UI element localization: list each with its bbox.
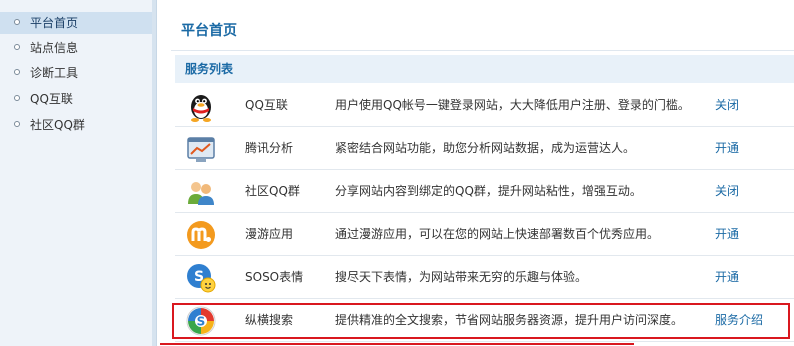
analytics-chart-icon	[187, 137, 215, 162]
service-name: 纵横搜索	[245, 313, 294, 327]
service-row-tencent-analytics: 腾讯分析 紧密结合网站功能，助您分析网站数据，成为运营达人。 开通	[175, 127, 794, 170]
qq-penguin-icon	[191, 95, 211, 122]
service-name: QQ互联	[245, 98, 288, 112]
sidebar-item-home[interactable]: 平台首页	[0, 12, 152, 34]
sidebar-item-label: 平台首页	[30, 16, 79, 30]
sidebar-item-label: QQ互联	[30, 92, 73, 106]
service-toggle-link[interactable]: 关闭	[715, 84, 739, 127]
service-toggle-link[interactable]: 开通	[715, 213, 739, 256]
service-row-qq-group: 社区QQ群 分享网站内容到绑定的QQ群，提升网站粘性，增强互动。 关闭	[175, 170, 794, 213]
bullet-icon	[14, 121, 20, 127]
search-logo-icon: S	[186, 306, 216, 336]
service-description: 紧密结合网站功能，助您分析网站数据，成为运营达人。	[335, 141, 636, 155]
group-users-icon	[188, 182, 214, 205]
bullet-icon	[14, 95, 20, 101]
sidebar-item-label: 站点信息	[30, 41, 79, 55]
service-description: 搜尽天下表情，为网站带来无穷的乐趣与体验。	[335, 270, 588, 284]
svg-text:S: S	[197, 315, 206, 329]
highlight-underline	[160, 343, 634, 345]
service-toggle-link[interactable]: 关闭	[715, 170, 739, 213]
service-row-roaming-apps: 漫游应用 通过漫游应用，可以在您的网站上快速部署数百个优秀应用。 开通	[175, 213, 794, 256]
main-content: 平台首页 服务列表 QQ互联 用户使用QQ帐号一键登录网站，大大降低用户注册、登…	[156, 0, 794, 346]
service-row-qq-connect: QQ互联 用户使用QQ帐号一键登录网站，大大降低用户注册、登录的门槛。 关闭	[175, 84, 794, 127]
bullet-icon	[14, 19, 20, 25]
service-intro-link[interactable]: 服务介绍	[715, 299, 763, 342]
service-description: 通过漫游应用，可以在您的网站上快速部署数百个优秀应用。	[335, 227, 660, 241]
sidebar-item-label: 社区QQ群	[30, 118, 85, 132]
service-name: 漫游应用	[245, 227, 294, 241]
service-toggle-link[interactable]: 开通	[715, 256, 739, 299]
service-name: 社区QQ群	[245, 184, 300, 198]
service-toggle-link[interactable]: 开通	[715, 127, 739, 170]
service-description: 提供精准的全文搜索，节省网站服务器资源，提升用户访问深度。	[335, 313, 684, 327]
section-header: 服务列表	[175, 55, 794, 83]
sidebar: 平台首页 站点信息 诊断工具 QQ互联 社区QQ群	[0, 0, 156, 346]
sidebar-item-label: 诊断工具	[30, 66, 79, 80]
soso-emoticon-icon: S	[187, 264, 216, 293]
service-name: SOSO表情	[245, 270, 304, 284]
page-title: 平台首页	[181, 23, 237, 39]
service-name: 腾讯分析	[245, 141, 294, 155]
sidebar-item-qq-connect[interactable]: QQ互联	[0, 88, 152, 110]
service-row-soso-emoticons: S SOSO表情 搜尽天下表情，为网站带来无穷的乐趣与体验。 开通	[175, 256, 794, 299]
title-divider	[171, 50, 794, 51]
sidebar-item-qq-group[interactable]: 社区QQ群	[0, 114, 152, 136]
bullet-icon	[14, 69, 20, 75]
service-row-zongheng-search: S 纵横搜索 提供精准的全文搜索，节省网站服务器资源，提升用户访问深度。 服务介…	[175, 299, 794, 342]
service-description: 分享网站内容到绑定的QQ群，提升网站粘性，增强互动。	[335, 184, 642, 198]
bullet-icon	[14, 44, 20, 50]
roaming-app-icon	[187, 221, 215, 249]
sidebar-item-site-info[interactable]: 站点信息	[0, 37, 152, 59]
service-description: 用户使用QQ帐号一键登录网站，大大降低用户注册、登录的门槛。	[335, 98, 690, 112]
sidebar-item-diagnostics[interactable]: 诊断工具	[0, 62, 152, 84]
